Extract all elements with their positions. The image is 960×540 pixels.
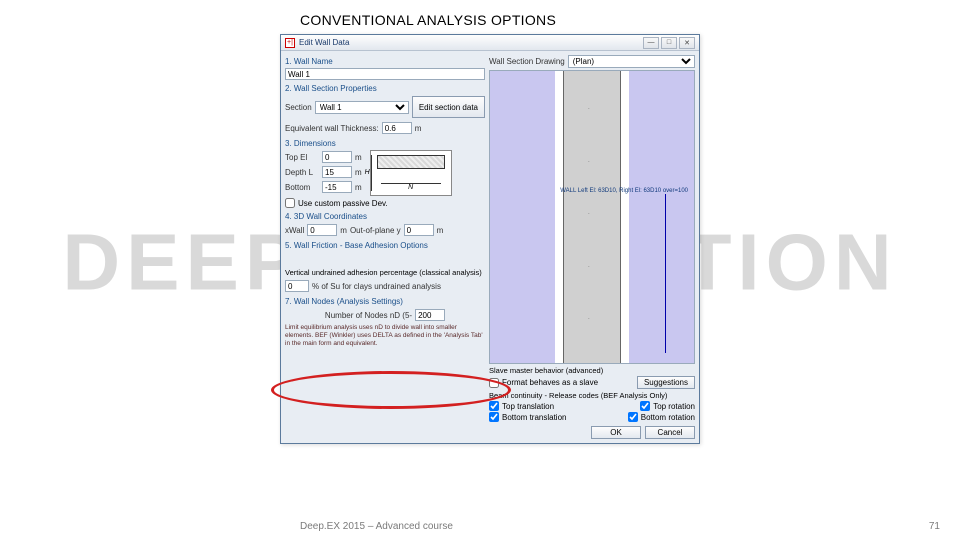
- maximize-button[interactable]: □: [661, 37, 677, 49]
- annotation-circle: [271, 371, 511, 409]
- slave-header: Slave master behavior (advanced): [489, 366, 695, 375]
- adhesion-input[interactable]: [285, 280, 309, 292]
- adhesion-unit: % of Su for clays undrained analysis: [312, 282, 441, 291]
- xwall-input[interactable]: [307, 224, 337, 236]
- section-label: Section: [285, 103, 312, 112]
- outofplane-input[interactable]: [404, 224, 434, 236]
- top-el-label: Top El: [285, 153, 319, 162]
- dimension-diagram: N H: [370, 150, 452, 196]
- nodes-input[interactable]: [415, 309, 445, 321]
- eq-thickness-input[interactable]: [382, 122, 412, 134]
- wall-info-text: WALL Left El: 63D10, Right El: 63D10 ove…: [560, 188, 688, 194]
- section-2-header: 2. Wall Section Properties: [285, 82, 485, 93]
- nodes-note: Limit equilibrium analysis uses nD to di…: [285, 324, 485, 348]
- preview-header: Wall Section Drawing: [489, 57, 565, 66]
- wall-name-input[interactable]: [285, 68, 485, 80]
- slave-checkbox[interactable]: [489, 378, 499, 388]
- minimize-button[interactable]: —: [643, 37, 659, 49]
- bottom-label: Bottom: [285, 183, 319, 192]
- custom-passive-checkbox[interactable]: [285, 198, 295, 208]
- section-select[interactable]: Wall 1: [315, 101, 409, 114]
- depth-label: Depth L: [285, 168, 319, 177]
- section-7-header: 7. Wall Nodes (Analysis Settings): [285, 295, 485, 306]
- titlebar: +| Edit Wall Data — □ ✕: [281, 35, 699, 51]
- wall-preview: · · · · · WALL Left El: 63D10, Right El:…: [489, 70, 695, 364]
- nodes-label: Number of Nodes nD (5-: [325, 311, 412, 320]
- edit-section-button[interactable]: Edit section data: [412, 96, 485, 118]
- beam-header: Beam continuity - Release codes (BEF Ana…: [489, 391, 695, 400]
- preview-view-select[interactable]: (Plan): [568, 55, 695, 68]
- section-4-header: 4. 3D Wall Coordinates: [285, 210, 485, 221]
- page-number: 71: [929, 521, 940, 532]
- dialog-title: Edit Wall Data: [299, 38, 349, 47]
- close-button[interactable]: ✕: [679, 37, 695, 49]
- section-5-header: 5. Wall Friction - Base Adhesion Options: [285, 239, 485, 250]
- bottom-translation-checkbox[interactable]: [489, 412, 499, 422]
- wall-icon: +|: [285, 38, 295, 48]
- bottom-input[interactable]: [322, 181, 352, 193]
- adhesion-label: Vertical undrained adhesion percentage (…: [285, 268, 485, 277]
- top-el-input[interactable]: [322, 151, 352, 163]
- ok-button[interactable]: OK: [591, 426, 641, 439]
- suggestions-button[interactable]: Suggestions: [637, 376, 695, 389]
- top-rotation-checkbox[interactable]: [640, 401, 650, 411]
- section-1-header: 1. Wall Name: [285, 55, 485, 66]
- custom-passive-label: Use custom passive Dev.: [298, 199, 388, 208]
- section-3-header: 3. Dimensions: [285, 137, 485, 148]
- eq-thickness-unit: m: [415, 124, 422, 133]
- bottom-rotation-checkbox[interactable]: [628, 412, 638, 422]
- top-translation-checkbox[interactable]: [489, 401, 499, 411]
- outofplane-label: Out-of-plane y: [350, 226, 401, 235]
- edit-wall-dialog: +| Edit Wall Data — □ ✕ 1. Wall Name 2. …: [280, 34, 700, 444]
- page-title: CONVENTIONAL ANALYSIS OPTIONS: [300, 12, 556, 28]
- xwall-label: xWall: [285, 226, 304, 235]
- eq-thickness-label: Equivalent wall Thickness:: [285, 124, 379, 133]
- footer-text: Deep.EX 2015 – Advanced course: [300, 521, 453, 532]
- cancel-button[interactable]: Cancel: [645, 426, 695, 439]
- depth-input[interactable]: [322, 166, 352, 178]
